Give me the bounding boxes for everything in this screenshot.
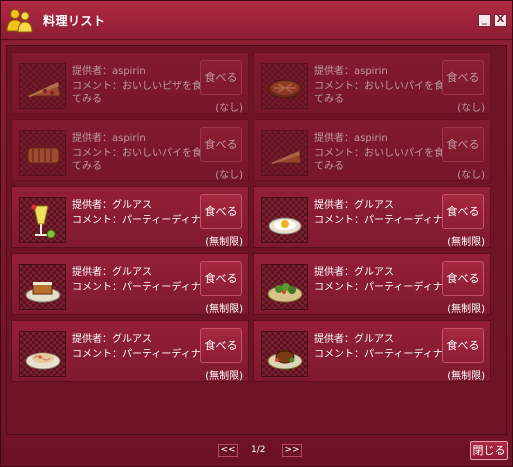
provider-text: 提供者：グルアス [72, 200, 152, 211]
pie-slice-icon [261, 130, 308, 176]
dish-list: 提供者：aspirin コメント：おいしいピザを食べ てみる 食べる (なし) … [6, 45, 507, 435]
provider-text: 提供者：グルアス [72, 267, 152, 278]
comment-text-cont: てみる [72, 94, 102, 105]
eat-button[interactable]: 食べる [200, 127, 242, 162]
provider-text: 提供者：グルアス [314, 334, 394, 345]
comment-text-cont: てみる [314, 161, 344, 172]
limit-text: (なし) [457, 103, 485, 114]
limit-text: (無制限) [447, 371, 485, 382]
comment-text-cont: てみる [314, 94, 344, 105]
close-button[interactable]: 閉じる [470, 441, 508, 460]
eat-button[interactable]: 食べる [442, 328, 484, 363]
dish-card: 提供者：グルアス コメント：パーティーディナー 食べる (無制限) [11, 320, 249, 382]
cocktail-icon [19, 197, 66, 243]
eat-button[interactable]: 食べる [200, 60, 242, 95]
dish-card: 提供者：グルアス コメント：パーティーディナー 食べる (無制限) [253, 320, 491, 382]
dish-card: 提供者：aspirin コメント：おいしいパイを食べ てみる 食べる (なし) [11, 119, 249, 181]
dish-card: 提供者：グルアス コメント：パーティーディナー 食べる (無制限) [253, 186, 491, 248]
next-page-button[interactable]: >> [282, 444, 302, 457]
eat-button[interactable]: 食べる [442, 261, 484, 296]
provider-text: 提供者：aspirin [314, 133, 388, 144]
provider-text: 提供者：aspirin [314, 66, 388, 77]
dish-card: 提供者：グルアス コメント：パーティーディナー 食べる (無制限) [11, 253, 249, 315]
pizza-slice-icon [19, 63, 66, 109]
title-bar[interactable]: 料理リスト _ X [1, 1, 512, 40]
eat-button[interactable]: 食べる [200, 328, 242, 363]
provider-text: 提供者：aspirin [72, 133, 146, 144]
comment-text: コメント：パーティーディナー [314, 349, 453, 360]
comment-text: コメント：パーティーディナー [72, 282, 211, 293]
provider-text: 提供者：グルアス [314, 200, 394, 211]
dish-card: 提供者：グルアス コメント：パーティーディナー 食べる (無制限) [11, 186, 249, 248]
prev-page-button[interactable]: << [218, 444, 238, 457]
provider-text: 提供者：aspirin [72, 66, 146, 77]
party-members-icon [6, 9, 33, 33]
comment-text: コメント：パーティーディナー [314, 282, 453, 293]
dish-card: 提供者：aspirin コメント：おいしいパイを食べ てみる 食べる (なし) [253, 52, 491, 114]
eat-button[interactable]: 食べる [200, 261, 242, 296]
eat-button[interactable]: 食べる [442, 60, 484, 95]
eat-button[interactable]: 食べる [442, 194, 484, 229]
dish-card: 提供者：aspirin コメント：おいしいパイを食べ てみる 食べる (なし) [253, 119, 491, 181]
limit-text: (無制限) [205, 304, 243, 315]
eat-button[interactable]: 食べる [442, 127, 484, 162]
limit-text: (無制限) [205, 371, 243, 382]
bread-icon [19, 130, 66, 176]
cooking-list-window: 料理リスト _ X 提供者：aspirin コメント：おいしいピザを食べ てみる… [0, 0, 513, 467]
limit-text: (無制限) [447, 237, 485, 248]
page-indicator: 1/2 [251, 445, 266, 455]
eat-button[interactable]: 食べる [200, 194, 242, 229]
limit-text: (なし) [457, 170, 485, 181]
comment-text-cont: てみる [72, 161, 102, 172]
salad-plate-icon [261, 264, 308, 310]
dish-card: 提供者：aspirin コメント：おいしいピザを食べ てみる 食べる (なし) [11, 52, 249, 114]
window-title: 料理リスト [43, 14, 106, 28]
pie-icon [261, 63, 308, 109]
provider-text: 提供者：グルアス [72, 334, 152, 345]
limit-text: (なし) [215, 103, 243, 114]
limit-text: (無制限) [205, 237, 243, 248]
cake-plate-icon [19, 264, 66, 310]
limit-text: (なし) [215, 170, 243, 181]
minimize-button[interactable]: _ [478, 14, 491, 27]
limit-text: (無制限) [447, 304, 485, 315]
meat-plate-icon [261, 331, 308, 377]
comment-text: コメント：パーティーディナー [314, 215, 453, 226]
fried-egg-icon [261, 197, 308, 243]
comment-text: コメント：パーティーディナー [72, 349, 211, 360]
comment-text: コメント：パーティーディナー [72, 215, 211, 226]
pasta-plate-icon [19, 331, 66, 377]
dish-card: 提供者：グルアス コメント：パーティーディナー 食べる (無制限) [253, 253, 491, 315]
provider-text: 提供者：グルアス [314, 267, 394, 278]
window-close-button[interactable]: X [494, 14, 507, 27]
